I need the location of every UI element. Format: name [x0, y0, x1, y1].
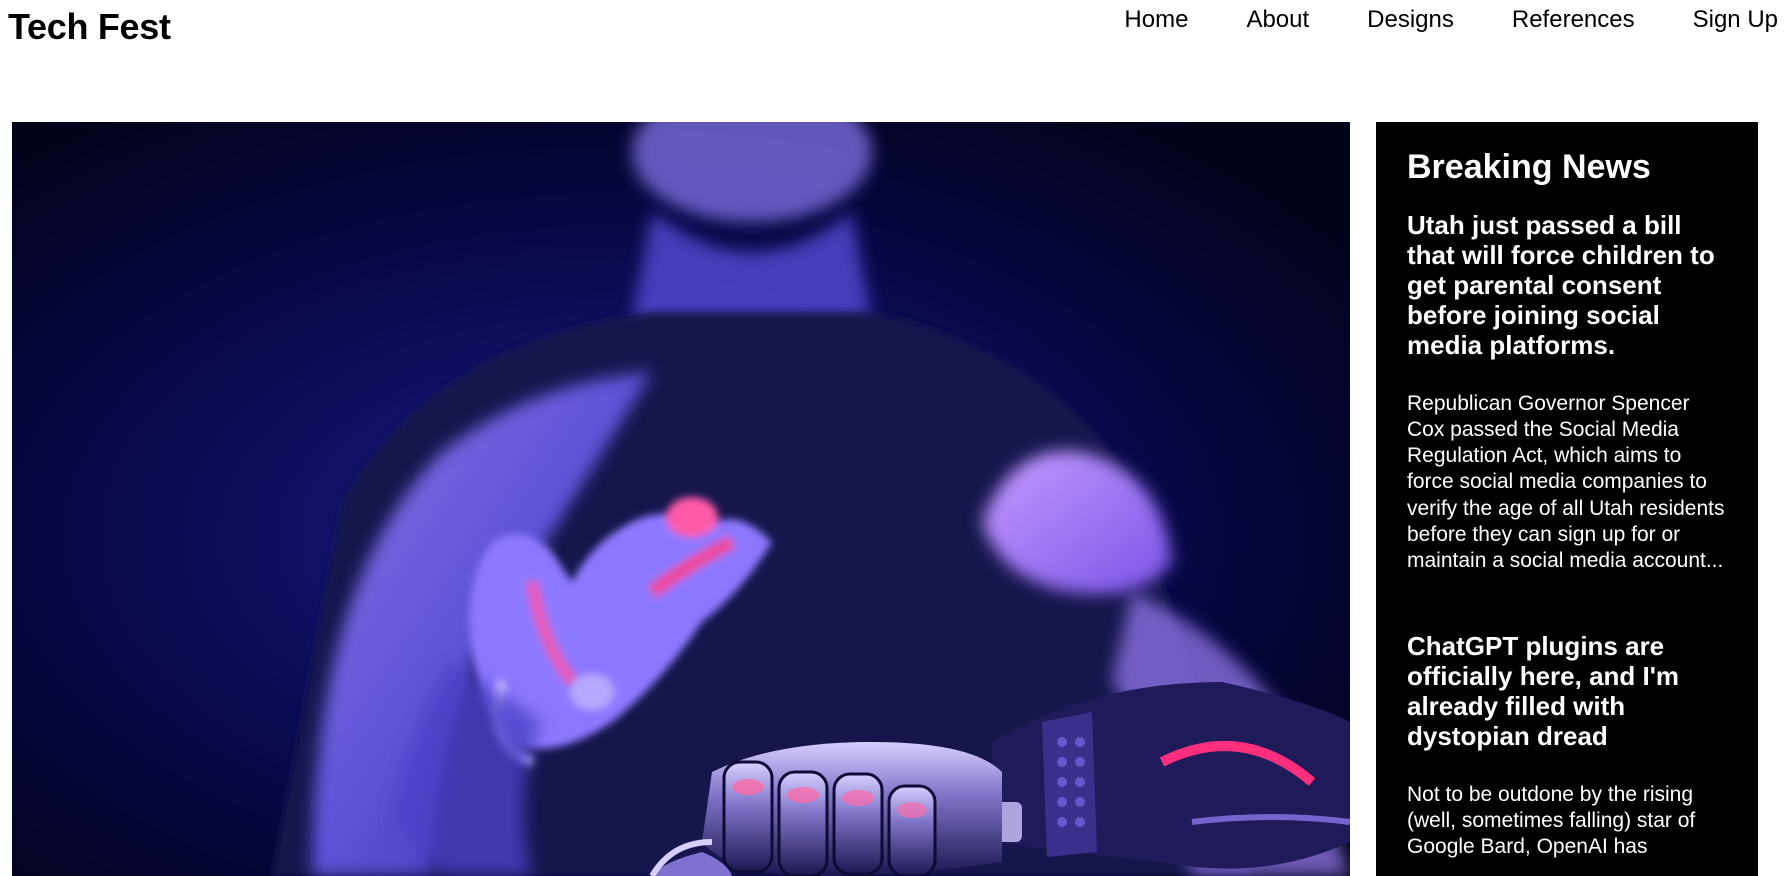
nav-designs[interactable]: Designs: [1367, 6, 1454, 34]
site-header: Tech Fest Home About Designs References …: [0, 0, 1786, 60]
news-article: Utah just passed a bill that will force …: [1407, 210, 1730, 574]
article-headline[interactable]: Utah just passed a bill that will force …: [1407, 210, 1730, 360]
site-logo[interactable]: Tech Fest: [8, 6, 171, 48]
nav-about[interactable]: About: [1246, 6, 1309, 34]
article-body: Not to be outdone by the rising (well, s…: [1407, 782, 1696, 859]
nav-home[interactable]: Home: [1124, 6, 1188, 34]
nav-references[interactable]: References: [1512, 6, 1635, 34]
hero-image: [12, 122, 1350, 876]
article-headline[interactable]: ChatGPT plugins are officially here, and…: [1407, 631, 1730, 752]
breaking-news-panel: Breaking News Utah just passed a bill th…: [1376, 122, 1758, 876]
hero-robotic-hand-illustration: [12, 122, 1350, 876]
main-nav: Home About Designs References Sign Up: [1124, 6, 1778, 34]
nav-sign-up[interactable]: Sign Up: [1693, 6, 1778, 34]
article-body: Republican Governor Spencer Cox passed t…: [1407, 391, 1725, 573]
news-article: ChatGPT plugins are officially here, and…: [1407, 631, 1730, 860]
breaking-news-title: Breaking News: [1407, 148, 1651, 186]
